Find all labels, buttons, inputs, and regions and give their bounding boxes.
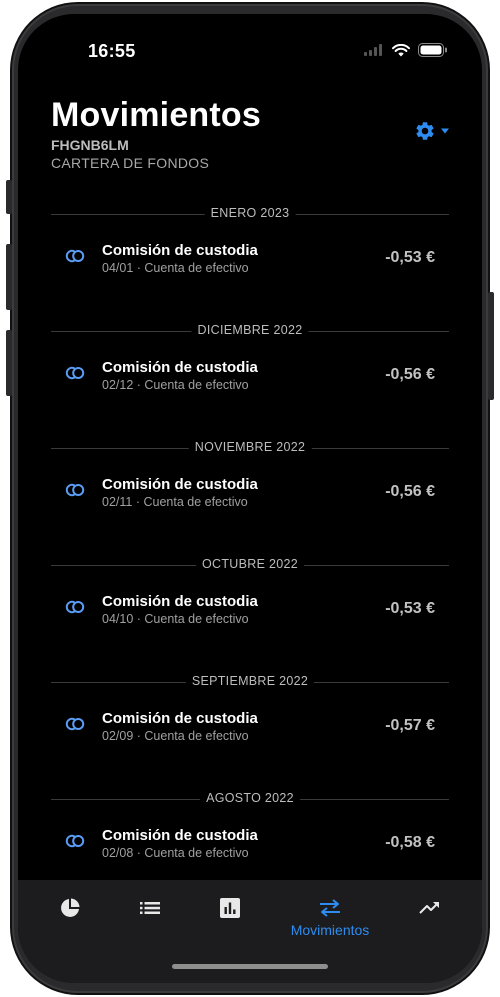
movement-title: Comisión de custodia bbox=[102, 827, 258, 844]
custody-fee-icon bbox=[65, 600, 85, 614]
tab-label: Movimientos bbox=[290, 922, 370, 938]
month-header: OCTUBRE 2022 bbox=[51, 557, 449, 573]
side-button-power bbox=[488, 292, 494, 400]
movement-title: Comisión de custodia bbox=[102, 710, 258, 727]
month-group: OCTUBRE 2022 Comisión de custodia 04/10 … bbox=[18, 551, 482, 668]
movement-meta: 04/10 · Cuenta de efectivo bbox=[102, 612, 249, 626]
month-group: NOVIEMBRE 2022 Comisión de custodia 02/1… bbox=[18, 434, 482, 551]
movement-amount: -0,56 € bbox=[385, 483, 435, 500]
transfer-arrows-icon bbox=[320, 899, 340, 917]
movement-amount: -0,53 € bbox=[385, 249, 435, 266]
pie-chart-icon bbox=[61, 898, 80, 917]
tab-portfolio[interactable] bbox=[28, 880, 112, 940]
month-group: SEPTIEMBRE 2022 Comisión de custodia 02/… bbox=[18, 668, 482, 785]
movements-list: ENERO 2023 Comisión de custodia 04/01 · … bbox=[18, 200, 482, 902]
tab-movimientos[interactable]: Movimientos bbox=[288, 880, 372, 940]
movement-amount: -0,53 € bbox=[385, 600, 435, 617]
movement-row[interactable]: Comisión de custodia 02/12 · Cuenta de e… bbox=[51, 353, 449, 397]
side-button-silent bbox=[6, 180, 12, 214]
custody-fee-icon bbox=[65, 834, 85, 848]
movement-amount: -0,56 € bbox=[385, 366, 435, 383]
status-icons bbox=[364, 43, 448, 57]
movement-row[interactable]: Comisión de custodia 04/10 · Cuenta de e… bbox=[51, 587, 449, 631]
tab-performance[interactable] bbox=[388, 880, 472, 940]
month-header: DICIEMBRE 2022 bbox=[51, 323, 449, 339]
custody-fee-icon bbox=[65, 717, 85, 731]
month-label: DICIEMBRE 2022 bbox=[191, 323, 309, 337]
settings-menu-button[interactable] bbox=[414, 120, 450, 142]
month-group: DICIEMBRE 2022 Comisión de custodia 02/1… bbox=[18, 317, 482, 434]
custody-fee-icon bbox=[65, 483, 85, 497]
movement-meta: 02/09 · Cuenta de efectivo bbox=[102, 729, 249, 743]
movement-title: Comisión de custodia bbox=[102, 359, 258, 376]
movement-title: Comisión de custodia bbox=[102, 242, 258, 259]
month-label: NOVIEMBRE 2022 bbox=[188, 440, 312, 454]
custody-fee-icon bbox=[65, 249, 85, 263]
status-time: 16:55 bbox=[88, 41, 136, 61]
home-indicator bbox=[172, 964, 328, 969]
portfolio-code: FHGNB6LM bbox=[51, 137, 129, 153]
app-screen: 16:55 Movimientos FHGNB6LM CARTERA DE FO… bbox=[18, 14, 482, 983]
month-label: SEPTIEMBRE 2022 bbox=[185, 674, 315, 688]
month-label: AGOSTO 2022 bbox=[200, 791, 300, 805]
trending-up-icon bbox=[419, 902, 439, 914]
movement-title: Comisión de custodia bbox=[102, 476, 258, 493]
movement-meta: 02/12 · Cuenta de efectivo bbox=[102, 378, 249, 392]
movement-amount: -0,57 € bbox=[385, 717, 435, 734]
movement-meta: 02/11 · Cuenta de efectivo bbox=[102, 495, 248, 509]
bar-chart-icon bbox=[220, 898, 240, 918]
page-title: Movimientos bbox=[51, 96, 262, 134]
month-group: ENERO 2023 Comisión de custodia 04/01 · … bbox=[18, 200, 482, 317]
month-header: ENERO 2023 bbox=[51, 206, 449, 222]
movement-row[interactable]: Comisión de custodia 02/08 · Cuenta de e… bbox=[51, 821, 449, 865]
list-icon bbox=[140, 902, 160, 914]
month-header: SEPTIEMBRE 2022 bbox=[51, 674, 449, 690]
movement-amount: -0,58 € bbox=[385, 834, 435, 851]
month-header: NOVIEMBRE 2022 bbox=[51, 440, 449, 456]
tab-reports[interactable] bbox=[188, 880, 272, 940]
status-bar: 16:55 bbox=[18, 14, 482, 84]
movement-meta: 04/01 · Cuenta de efectivo bbox=[102, 261, 249, 275]
portfolio-subtitle: CARTERA DE FONDOS bbox=[51, 155, 210, 171]
tab-list[interactable] bbox=[108, 880, 192, 940]
movement-row[interactable]: Comisión de custodia 02/11 · Cuenta de e… bbox=[51, 470, 449, 514]
month-label: ENERO 2023 bbox=[204, 206, 296, 220]
movement-row[interactable]: Comisión de custodia 02/09 · Cuenta de e… bbox=[51, 704, 449, 748]
caret-down-icon bbox=[441, 128, 449, 134]
movement-meta: 02/08 · Cuenta de efectivo bbox=[102, 846, 249, 860]
movement-title: Comisión de custodia bbox=[102, 593, 258, 610]
wifi-icon bbox=[392, 43, 410, 56]
month-header: AGOSTO 2022 bbox=[51, 791, 449, 807]
side-button-volume-down bbox=[6, 330, 12, 396]
month-label: OCTUBRE 2022 bbox=[196, 557, 304, 571]
battery-icon bbox=[418, 43, 447, 57]
gear-icon bbox=[416, 122, 434, 140]
cellular-signal-icon bbox=[364, 44, 382, 56]
custody-fee-icon bbox=[65, 366, 85, 380]
side-button-volume-up bbox=[6, 244, 12, 310]
movement-row[interactable]: Comisión de custodia 04/01 · Cuenta de e… bbox=[51, 236, 449, 280]
